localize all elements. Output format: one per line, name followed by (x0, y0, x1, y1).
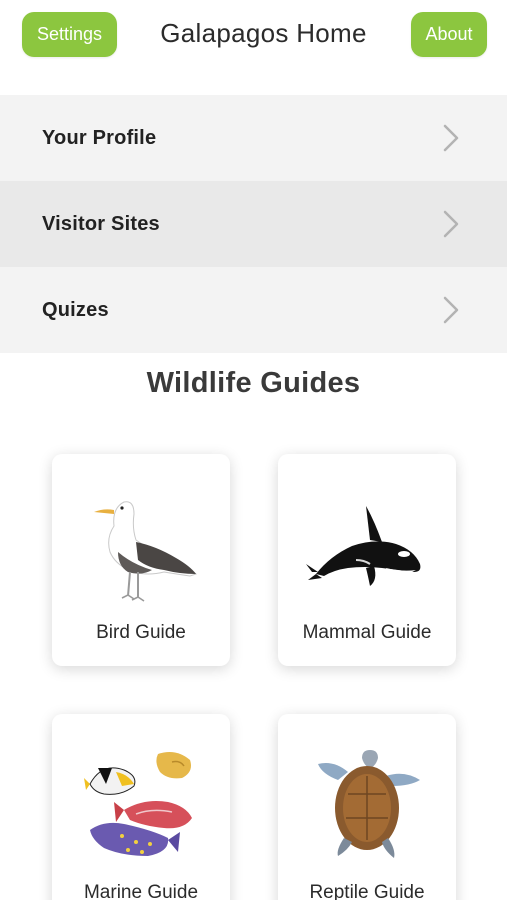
bird-guide-card[interactable]: Bird Guide (52, 454, 230, 666)
about-button[interactable]: About (411, 12, 487, 57)
chevron-right-icon (443, 296, 459, 324)
card-label: Reptile Guide (309, 882, 425, 900)
top-bar: Settings Galapagos Home About (0, 0, 507, 80)
reptile-guide-card[interactable]: Reptile Guide (278, 714, 456, 900)
albatross-icon (94, 501, 197, 602)
card-label: Marine Guide (83, 882, 199, 900)
chevron-right-icon (443, 210, 459, 238)
menu-item-label: Quizes (42, 298, 109, 321)
page-title: Galapagos Home (160, 18, 367, 48)
settings-button[interactable]: Settings (22, 12, 117, 57)
chevron-right-icon (443, 124, 459, 152)
menu-item-visitor-sites[interactable]: Visitor Sites (0, 181, 507, 267)
menu-item-your-profile[interactable]: Your Profile (0, 95, 507, 181)
mammal-guide-card[interactable]: Mammal Guide (278, 454, 456, 666)
section-title: Wildlife Guides (146, 367, 361, 399)
marine-guide-card[interactable]: Marine Guide (52, 714, 230, 900)
tropical-fish-icon (84, 752, 192, 856)
card-label: Mammal Guide (302, 622, 432, 643)
main-menu: Your Profile Visitor Sites Quizes (0, 95, 507, 353)
card-label: Bird Guide (96, 622, 186, 643)
sea-turtle-icon (318, 750, 420, 858)
menu-item-label: Visitor Sites (42, 212, 160, 235)
menu-item-label: Your Profile (42, 126, 157, 149)
orca-icon (306, 506, 421, 586)
menu-item-quizes[interactable]: Quizes (0, 267, 507, 353)
